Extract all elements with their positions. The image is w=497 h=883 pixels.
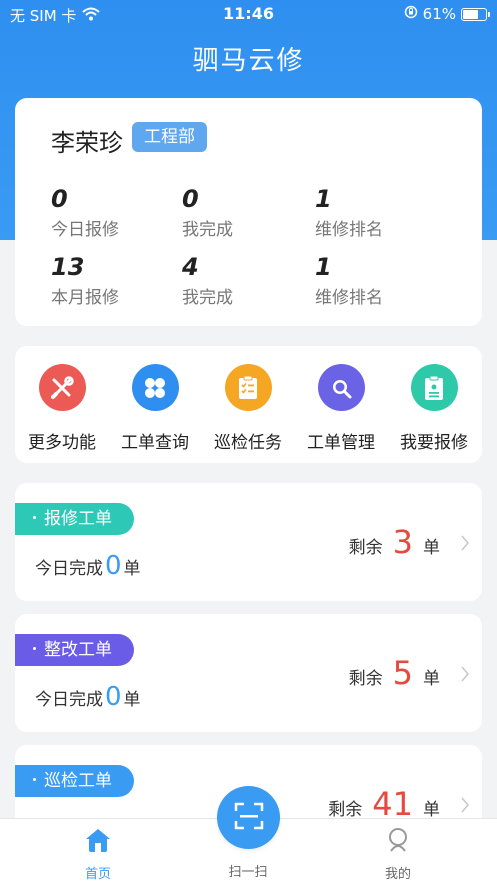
function-label: 更多功能 bbox=[28, 433, 96, 453]
remain-prefix: 剩余 bbox=[348, 538, 383, 558]
function-order-manage[interactable]: 工单管理 bbox=[296, 364, 386, 453]
today-count: 0 bbox=[105, 551, 122, 581]
user-icon bbox=[358, 827, 438, 857]
chevron-right-icon bbox=[460, 795, 470, 819]
remain-count: 5 bbox=[392, 654, 413, 692]
orientation-lock-icon bbox=[404, 5, 418, 23]
function-order-query[interactable]: 工单查询 bbox=[110, 364, 200, 453]
stat-today-completed[interactable]: 0 我完成 bbox=[182, 185, 233, 240]
grid-petals-icon bbox=[131, 364, 179, 411]
tab-home[interactable]: 首页 bbox=[58, 827, 138, 882]
user-stats-card: 李荣珍 工程部 0 今日报修 0 我完成 1 维修排名 13 本月报修 4 我完… bbox=[15, 98, 482, 326]
order-today-completed: 今日完成 0 单 bbox=[35, 551, 141, 581]
order-tag: 巡检工单 bbox=[15, 765, 134, 797]
home-icon bbox=[58, 827, 138, 857]
scan-button[interactable] bbox=[217, 786, 280, 849]
remain-prefix: 剩余 bbox=[348, 669, 383, 689]
stat-label: 维修排名 bbox=[315, 288, 383, 308]
remain-suffix: 单 bbox=[423, 669, 440, 689]
order-remaining: 剩余 5 单 bbox=[349, 654, 440, 692]
function-label: 工单管理 bbox=[307, 433, 375, 453]
checklist-icon bbox=[224, 364, 272, 411]
function-label: 工单查询 bbox=[121, 433, 189, 453]
tab-mine[interactable]: 我的 bbox=[358, 827, 438, 882]
status-bar: 无 SIM 卡 11:46 61% bbox=[0, 0, 497, 30]
stat-label: 我完成 bbox=[182, 288, 233, 308]
function-report-repair[interactable]: 我要报修 bbox=[389, 364, 479, 453]
chevron-right-icon bbox=[460, 664, 470, 688]
order-tag-label: 报修工单 bbox=[44, 509, 112, 529]
chevron-right-icon bbox=[460, 533, 470, 557]
stat-value: 4 bbox=[182, 253, 199, 281]
remain-count: 3 bbox=[392, 523, 413, 561]
stat-value: 1 bbox=[315, 185, 332, 213]
stat-today-rank[interactable]: 1 维修排名 bbox=[315, 185, 383, 240]
search-icon bbox=[317, 364, 365, 411]
scan-icon bbox=[234, 801, 264, 835]
today-prefix: 今日完成 bbox=[35, 559, 103, 579]
battery-icon bbox=[461, 7, 490, 21]
order-tag: 整改工单 bbox=[15, 634, 134, 666]
stat-value: 0 bbox=[182, 185, 199, 213]
function-more[interactable]: 更多功能 bbox=[17, 364, 107, 453]
function-inspection-task[interactable]: 巡检任务 bbox=[203, 364, 293, 453]
user-name: 李荣珍 bbox=[51, 129, 123, 157]
stat-value: 0 bbox=[51, 185, 68, 213]
stat-month-rank[interactable]: 1 维修排名 bbox=[315, 253, 383, 308]
stat-label: 今日报修 bbox=[51, 220, 119, 240]
battery-text: 61% bbox=[422, 5, 456, 23]
function-menu: 更多功能 工单查询 巡检任务 工单管理 我要报修 bbox=[15, 346, 482, 463]
order-tag-label: 巡检工单 bbox=[44, 771, 112, 791]
stat-value: 13 bbox=[51, 253, 85, 281]
department-badge: 工程部 bbox=[132, 122, 207, 152]
today-prefix: 今日完成 bbox=[35, 690, 103, 710]
tab-label: 首页 bbox=[84, 867, 111, 882]
today-suffix: 单 bbox=[123, 690, 141, 710]
page-title: 驷马云修 bbox=[192, 46, 305, 76]
wrench-screwdriver-icon bbox=[38, 364, 86, 411]
today-suffix: 单 bbox=[123, 559, 141, 579]
status-right: 61% bbox=[404, 5, 490, 23]
tab-label: 扫一扫 bbox=[228, 865, 268, 880]
remain-suffix: 单 bbox=[423, 800, 440, 820]
remain-suffix: 单 bbox=[423, 538, 440, 558]
today-count: 0 bbox=[105, 682, 122, 712]
order-remaining: 剩余 3 单 bbox=[349, 523, 440, 561]
function-label: 我要报修 bbox=[400, 433, 468, 453]
order-tag: 报修工单 bbox=[15, 503, 134, 535]
stat-today-repair[interactable]: 0 今日报修 bbox=[51, 185, 119, 240]
clipboard-icon bbox=[410, 364, 458, 411]
tab-label: 我的 bbox=[384, 867, 411, 882]
repair-order-card[interactable]: 报修工单 今日完成 0 单 剩余 3 单 bbox=[15, 483, 482, 601]
remain-prefix: 剩余 bbox=[328, 800, 363, 820]
stat-month-completed[interactable]: 4 我完成 bbox=[182, 253, 233, 308]
stat-value: 1 bbox=[315, 253, 332, 281]
tab-scan-label[interactable]: 扫一扫 bbox=[208, 855, 288, 880]
order-tag-label: 整改工单 bbox=[44, 640, 112, 660]
function-label: 巡检任务 bbox=[214, 433, 282, 453]
stat-month-repair[interactable]: 13 本月报修 bbox=[51, 253, 119, 308]
order-today-completed: 今日完成 0 单 bbox=[35, 682, 141, 712]
stat-label: 维修排名 bbox=[315, 220, 383, 240]
stat-label: 本月报修 bbox=[51, 288, 119, 308]
stat-label: 我完成 bbox=[182, 220, 233, 240]
rectify-order-card[interactable]: 整改工单 今日完成 0 单 剩余 5 单 bbox=[15, 614, 482, 732]
